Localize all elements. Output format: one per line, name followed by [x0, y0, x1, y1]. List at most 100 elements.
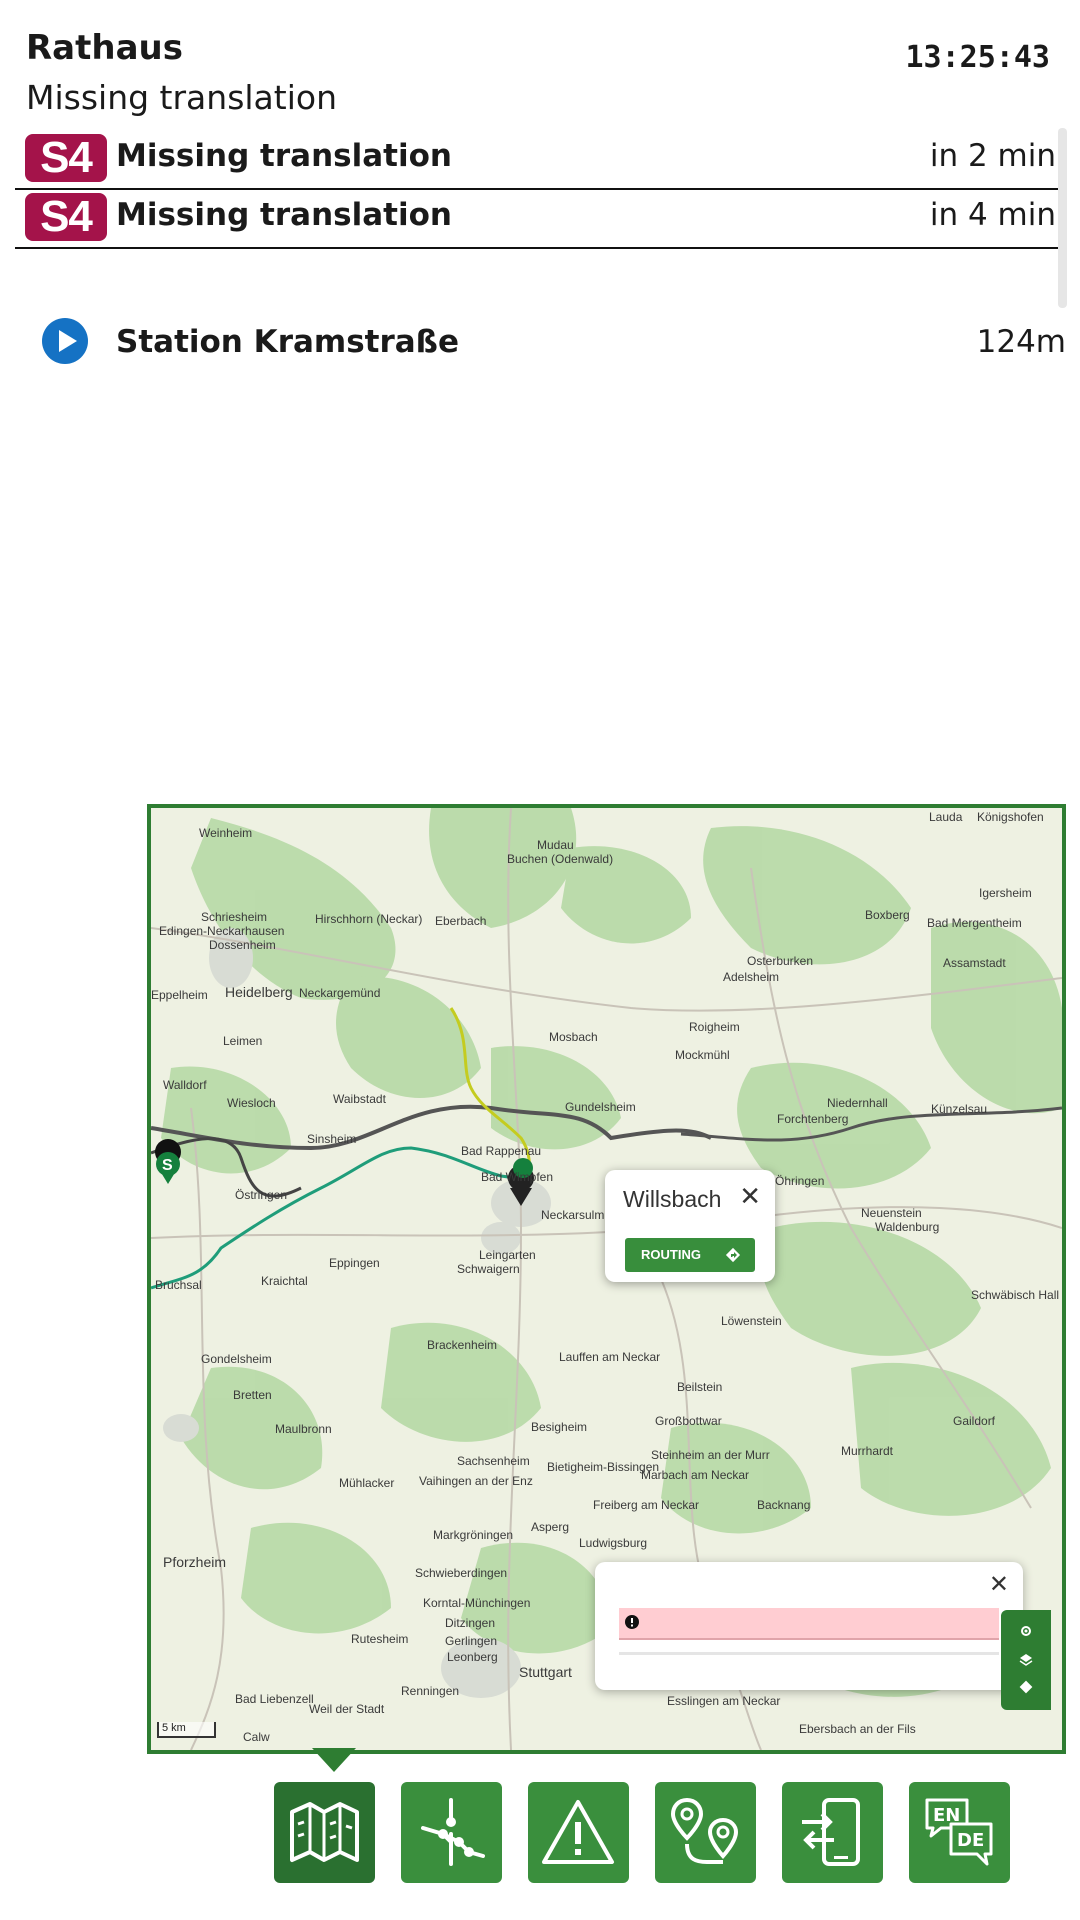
- map-scale: 5 km: [157, 1722, 216, 1738]
- map-place-label: Buchen (Odenwald): [507, 852, 614, 866]
- routing-button[interactable]: ROUTING: [625, 1238, 755, 1272]
- map-place-label: Waibstadt: [333, 1092, 386, 1106]
- next-stop-distance: 124m: [976, 324, 1066, 360]
- map-place-label: Igersheim: [979, 886, 1032, 900]
- locate-icon[interactable]: [1019, 1624, 1033, 1638]
- line-badge: S4: [25, 193, 107, 241]
- network-icon: [421, 1798, 485, 1866]
- map-place-label: Dossenheim: [209, 938, 276, 952]
- layers-icon[interactable]: [1019, 1652, 1033, 1666]
- map-place-label: Gundelsheim: [565, 1100, 636, 1114]
- map-place-label: Neckarsulm: [541, 1208, 605, 1222]
- map-place-label: Gerlingen: [445, 1634, 498, 1648]
- popup-title: Willsbach: [623, 1186, 722, 1212]
- map-place-label: Schwieberdingen: [415, 1566, 508, 1580]
- map-place-label: Brackenheim: [427, 1338, 498, 1352]
- map-popup: Willsbach ✕ ROUTING: [605, 1170, 775, 1282]
- map-place-label: Bruchsal: [155, 1278, 202, 1292]
- map-place-label: Heidelberg: [225, 984, 293, 1000]
- language-label-en: EN: [933, 1805, 960, 1826]
- nav-language-button[interactable]: EN DE: [909, 1782, 1010, 1883]
- map-place-label: Öhringen: [775, 1174, 825, 1188]
- map-place-label: Bad Liebenzell: [235, 1692, 314, 1706]
- map-place-label: Bad Mergentheim: [927, 916, 1022, 930]
- map-place-label: Waldenburg: [875, 1220, 940, 1234]
- map-place-label: Backnang: [757, 1498, 811, 1512]
- alert-message: [619, 1608, 999, 1640]
- routing-button-label: ROUTING: [641, 1247, 701, 1262]
- departure-destination: Missing translation: [116, 197, 452, 233]
- map-place-label: Lauda: [929, 810, 963, 824]
- map-place-label: Königshofen: [977, 810, 1044, 824]
- map-place-label: Leonberg: [447, 1650, 498, 1664]
- map-place-label: Bad Wimpfen: [481, 1170, 554, 1184]
- departure-row[interactable]: S4 Missing translation in 4 min: [15, 189, 1060, 249]
- map-place-label: Schwaigern: [457, 1262, 520, 1276]
- map-place-label: Ebersbach an der Fils: [799, 1722, 916, 1736]
- departure-row[interactable]: S4 Missing translation in 2 min: [15, 130, 1060, 190]
- nav-alerts-button[interactable]: [528, 1782, 629, 1883]
- map-place-label: Boxberg: [865, 908, 910, 922]
- route-icon: [670, 1797, 739, 1864]
- nav-network-button[interactable]: [401, 1782, 502, 1883]
- map-place-label: Mosbach: [549, 1030, 598, 1044]
- map-place-label: Schwäbisch Hall: [971, 1288, 1060, 1302]
- map-place-label: Esslingen am Neckar: [667, 1694, 781, 1708]
- map-place-label: Freiberg am Neckar: [593, 1498, 700, 1512]
- nav-routing-button[interactable]: [655, 1782, 756, 1883]
- alert-panel: ✕: [595, 1562, 1023, 1690]
- active-tab-pointer: [312, 1748, 356, 1772]
- map-place-label: Murrhardt: [841, 1444, 894, 1458]
- map-place-label: Mudau: [537, 838, 574, 852]
- map-place-label: Eppelheim: [151, 988, 208, 1002]
- map-place-label: Leingarten: [479, 1248, 536, 1262]
- nav-transfer-button[interactable]: [782, 1782, 883, 1883]
- map-controls: [1001, 1610, 1051, 1710]
- map-place-label: Kraichtal: [261, 1274, 308, 1288]
- departure-eta: in 2 min: [929, 138, 1056, 174]
- map-place-label: Hirschhorn (Neckar): [315, 912, 423, 926]
- close-icon[interactable]: ✕: [989, 1570, 1009, 1598]
- map-place-label: Bad Rappenau: [461, 1144, 542, 1158]
- map-place-label: Beilstein: [677, 1380, 723, 1394]
- map-place-label: Steinheim an der Murr: [651, 1448, 770, 1462]
- language-icon: EN DE: [925, 1798, 993, 1866]
- map-place-label: Sinsheim: [307, 1132, 357, 1146]
- error-icon: [625, 1615, 639, 1629]
- map-place-label: Stuttgart: [519, 1664, 572, 1680]
- map-place-label: Östringen: [235, 1188, 288, 1202]
- map-place-label: Korntal-Münchingen: [423, 1596, 531, 1610]
- nav-map-button[interactable]: [274, 1782, 375, 1883]
- map-place-label: Neckargemünd: [299, 986, 381, 1000]
- map-place-label: Renningen: [401, 1684, 460, 1698]
- map-place-label: Roigheim: [689, 1020, 740, 1034]
- departure-eta: in 4 min: [929, 197, 1056, 233]
- next-stop-label: Station Kramstraße: [116, 324, 459, 360]
- map-place-label: Künzelsau: [931, 1102, 988, 1116]
- directions-icon[interactable]: [1019, 1680, 1033, 1694]
- map-place-label: Walldorf: [163, 1078, 207, 1092]
- map-place-label: Großbottwar: [655, 1414, 722, 1428]
- map-place-label: Forchtenberg: [777, 1112, 849, 1126]
- map-place-label: Pforzheim: [163, 1554, 227, 1570]
- map-place-label: Gondelsheim: [201, 1352, 272, 1366]
- map-place-label: Rutesheim: [351, 1632, 409, 1646]
- map-place-label: Mockmühl: [675, 1048, 730, 1062]
- station-title: Rathaus: [26, 28, 183, 68]
- clock: 13:25:43: [905, 40, 1051, 75]
- departure-destination: Missing translation: [116, 138, 452, 174]
- map-place-label: Maulbronn: [275, 1422, 332, 1436]
- map-place-label: Osterburken: [747, 954, 814, 968]
- warning-icon: [542, 1800, 614, 1864]
- map-place-label: Vaihingen an der Enz: [419, 1474, 533, 1488]
- directions-icon: [725, 1247, 741, 1263]
- play-circle-icon: [42, 318, 88, 364]
- map-place-label: Calw: [243, 1730, 270, 1744]
- map-place-label: Sachsenheim: [457, 1454, 530, 1468]
- map-view[interactable]: S Weinheim Mudau Buchen (Odenwald) Lauda…: [147, 804, 1066, 1754]
- departure-list-scrollbar[interactable]: [1058, 128, 1067, 308]
- next-stop[interactable]: Station Kramstraße 124m: [40, 318, 1070, 368]
- map-place-label: Lauffen am Neckar: [559, 1350, 661, 1364]
- map-place-label: Leimen: [223, 1034, 263, 1048]
- close-icon[interactable]: ✕: [739, 1182, 761, 1212]
